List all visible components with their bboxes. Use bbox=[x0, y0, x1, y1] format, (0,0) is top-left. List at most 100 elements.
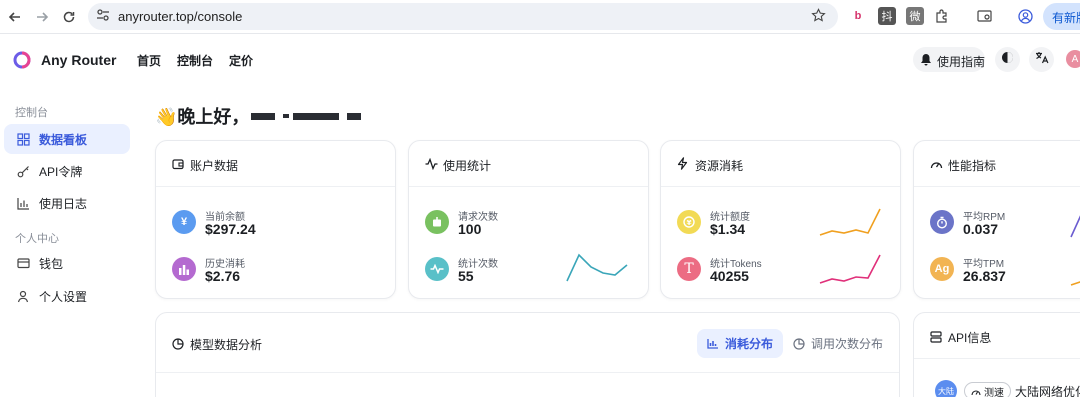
chart-bars-icon bbox=[172, 257, 196, 281]
card-header: 账户数据 bbox=[156, 141, 395, 187]
gauge-icon bbox=[930, 157, 943, 175]
sidebar-item-label: 钱包 bbox=[39, 256, 64, 271]
browser-toolbar: anyrouter.top/console b 抖 微 有新版 bbox=[0, 0, 1080, 34]
region-badge: 大陆 bbox=[935, 380, 957, 397]
sidebar-item-usage-log[interactable]: 使用日志 bbox=[4, 188, 130, 218]
card-title: 资源消耗 bbox=[695, 159, 744, 173]
card-title: 模型数据分析 bbox=[190, 338, 263, 352]
greeting-text: 👋晚上好， bbox=[155, 107, 250, 127]
performance-card: 性能指标 平均RPM 0.037 Ag 平均TPM 26.837 bbox=[913, 140, 1080, 299]
stopwatch-icon bbox=[930, 210, 954, 234]
card-header: API信息 bbox=[914, 313, 1080, 359]
extensions-puzzle-icon[interactable] bbox=[933, 7, 951, 25]
forward-icon[interactable] bbox=[31, 6, 53, 28]
sidebar-item-api-token[interactable]: API令牌 bbox=[4, 156, 130, 186]
stat-value: 26.837 bbox=[963, 268, 1006, 284]
tokens-sparkline bbox=[819, 254, 881, 284]
bar-chart-icon bbox=[16, 196, 30, 210]
sidebar-group-personal: 个人中心 bbox=[15, 233, 59, 245]
theme-toggle-button[interactable] bbox=[995, 47, 1020, 72]
grid-icon bbox=[16, 132, 30, 146]
sidebar-item-label: 数据看板 bbox=[39, 132, 88, 147]
language-button[interactable] bbox=[1029, 47, 1054, 72]
card-title: 使用统计 bbox=[443, 159, 492, 173]
bookmark-star-icon[interactable] bbox=[811, 8, 826, 28]
logo-icon[interactable] bbox=[13, 51, 31, 74]
stat-value: 40255 bbox=[710, 268, 749, 284]
account-card: 账户数据 ¥ 当前余额 $297.24 历史消耗 $2.76 bbox=[155, 140, 396, 299]
bing-extension-icon[interactable]: b bbox=[849, 7, 867, 25]
back-icon[interactable] bbox=[4, 6, 26, 28]
redacted-username bbox=[251, 112, 276, 120]
server-icon bbox=[930, 330, 942, 348]
yuan-icon: ¥ bbox=[172, 210, 196, 234]
key-icon bbox=[16, 164, 30, 178]
translate-icon bbox=[1035, 51, 1049, 69]
wallet-icon bbox=[16, 256, 30, 270]
nav-home[interactable]: 首页 bbox=[137, 52, 161, 69]
redacted-username bbox=[347, 112, 362, 120]
moon-icon bbox=[1001, 51, 1014, 69]
count-sparkline bbox=[566, 253, 628, 282]
nav-pricing[interactable]: 定价 bbox=[229, 52, 253, 69]
stat-value: $297.24 bbox=[205, 221, 256, 237]
bell-icon bbox=[920, 53, 932, 71]
wallet-icon bbox=[172, 157, 184, 175]
send-icon bbox=[425, 210, 449, 234]
speed-test-button[interactable]: 测速 bbox=[964, 382, 1011, 397]
rpm-sparkline bbox=[1070, 215, 1080, 238]
tab-consumption[interactable]: 消耗分布 bbox=[697, 329, 784, 358]
pie-chart-icon bbox=[172, 337, 184, 355]
update-chip[interactable]: 有新版 bbox=[1043, 3, 1080, 30]
sidebar-item-label: 使用日志 bbox=[39, 196, 88, 211]
lightning-icon bbox=[677, 157, 688, 175]
douyin-extension-icon[interactable]: 抖 bbox=[878, 7, 896, 25]
model-analysis-card: 模型数据分析 消耗分布 调用次数分布 bbox=[155, 312, 900, 397]
tab-label: 消耗分布 bbox=[725, 337, 774, 351]
brand-name[interactable]: Any Router bbox=[41, 52, 116, 68]
address-bar[interactable]: anyrouter.top/console bbox=[88, 3, 838, 30]
stat-value: $1.34 bbox=[710, 221, 746, 237]
stat-value: 55 bbox=[458, 268, 474, 284]
wei-extension-icon[interactable]: 微 bbox=[906, 7, 924, 25]
card-header: 资源消耗 bbox=[661, 141, 900, 187]
sidebar-item-wallet[interactable]: 钱包 bbox=[4, 248, 130, 278]
usage-card: 使用统计 请求次数 100 统计次数 55 bbox=[408, 140, 649, 299]
resource-card: 资源消耗 ¥ 统计额度 $1.34 T 统计Tokens 40255 bbox=[660, 140, 901, 299]
card-header: 性能指标 bbox=[914, 141, 1080, 187]
tpm-sparkline bbox=[1070, 281, 1080, 286]
bar-chart-icon bbox=[707, 338, 719, 349]
sidebar-item-label: 个人设置 bbox=[39, 289, 88, 304]
sidebar-item-dashboard[interactable]: 数据看板 bbox=[4, 124, 130, 154]
guide-label: 使用指南 bbox=[937, 55, 986, 69]
reload-icon[interactable] bbox=[58, 6, 80, 28]
card-header: 模型数据分析 消耗分布 调用次数分布 bbox=[156, 313, 899, 373]
sidebar-item-settings[interactable]: 个人设置 bbox=[4, 281, 130, 311]
sidebar-group-console: 控制台 bbox=[15, 107, 48, 119]
tab-call-distribution[interactable]: 调用次数分布 bbox=[783, 329, 893, 358]
quota-sparkline bbox=[819, 208, 881, 236]
stat-value: 0.037 bbox=[963, 221, 999, 237]
reading-mode-icon[interactable] bbox=[975, 7, 993, 25]
ag-icon: Ag bbox=[930, 257, 954, 281]
guide-button[interactable]: 使用指南 bbox=[913, 47, 985, 72]
card-title: API信息 bbox=[948, 331, 992, 345]
site-settings-icon[interactable] bbox=[96, 8, 110, 27]
card-title: 性能指标 bbox=[948, 159, 997, 173]
tab-label: 调用次数分布 bbox=[811, 337, 884, 351]
activity-icon bbox=[425, 157, 438, 175]
api-info-card: API信息 大陆 测速 大陆网络优化 bbox=[913, 312, 1080, 397]
coin-icon: ¥ bbox=[677, 210, 701, 234]
nav-console[interactable]: 控制台 bbox=[177, 52, 213, 69]
user-icon bbox=[16, 289, 30, 303]
card-header: 使用统计 bbox=[409, 141, 648, 187]
profile-icon[interactable] bbox=[1016, 7, 1034, 25]
avatar[interactable]: A bbox=[1066, 50, 1080, 68]
text-t-icon: T bbox=[677, 257, 701, 281]
redacted-username bbox=[293, 112, 340, 120]
svg-text:¥: ¥ bbox=[687, 219, 692, 227]
stat-value: $2.76 bbox=[205, 268, 241, 284]
app-header: Any Router 首页 控制台 定价 使用指南 A bbox=[0, 35, 1080, 85]
url-text[interactable]: anyrouter.top/console bbox=[118, 9, 242, 24]
stat-value: 100 bbox=[458, 221, 482, 237]
